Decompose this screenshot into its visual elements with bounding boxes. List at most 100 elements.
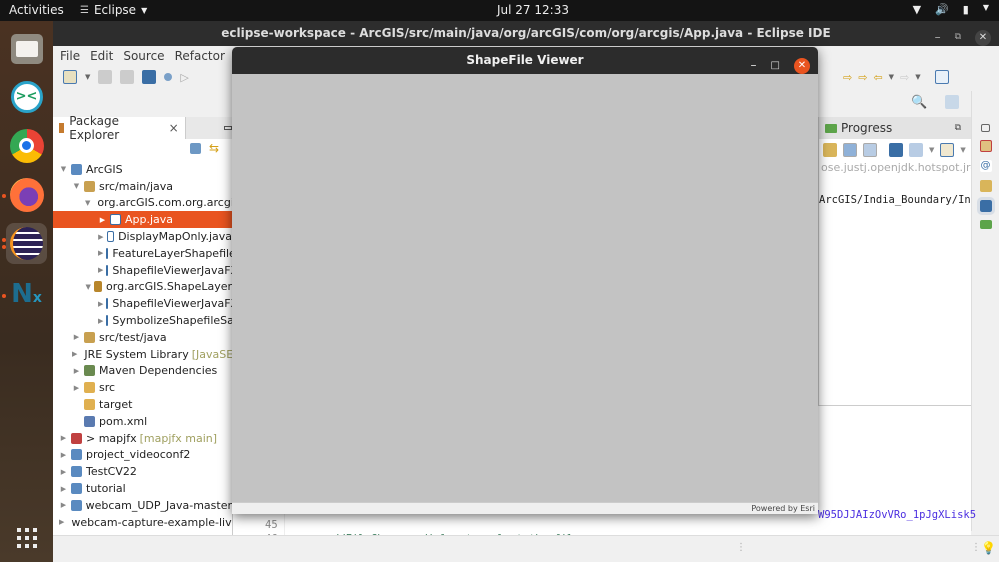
collapse-arrow-icon[interactable]: ▶ bbox=[98, 216, 107, 224]
remove-launch-icon[interactable] bbox=[823, 143, 837, 157]
tree-item[interactable]: ▶ SymbolizeShapefileSar bbox=[53, 312, 232, 329]
forward-edit-icon[interactable]: ⇨ bbox=[858, 71, 867, 84]
collapse-arrow-icon[interactable]: ▶ bbox=[98, 233, 104, 241]
tree-item[interactable]: ▶ webcam_UDP_Java-master bbox=[53, 497, 232, 514]
tree-item[interactable]: ▶ project_videoconf2 bbox=[53, 447, 232, 464]
outline-icon[interactable] bbox=[979, 140, 992, 152]
run-icon[interactable]: ▷ bbox=[180, 71, 188, 84]
search-icon[interactable]: 🔍 bbox=[911, 95, 927, 110]
menu-edit[interactable]: Edit bbox=[88, 49, 121, 63]
close-button[interactable]: ✕ bbox=[975, 29, 991, 46]
tree-item[interactable]: ▶ ShapefileViewerJavaFX bbox=[53, 295, 232, 312]
tree-item[interactable]: ▶ FeatureLayerShapefile bbox=[53, 245, 232, 262]
tree-item[interactable]: ▼ src/main/java bbox=[53, 178, 232, 195]
restore-button[interactable]: ⧉ bbox=[955, 25, 961, 50]
expand-arrow-icon[interactable]: ▼ bbox=[85, 199, 90, 207]
restore-view-icon[interactable]: ⧉ bbox=[955, 123, 961, 133]
menu-source[interactable]: Source bbox=[121, 49, 172, 63]
tree-item[interactable]: ▶ tutorial bbox=[53, 480, 232, 497]
back-icon[interactable]: ⇦ bbox=[873, 71, 882, 84]
tab-progress[interactable]: Progress bbox=[841, 121, 892, 135]
tree-item[interactable]: ▶ TestCV22 bbox=[53, 463, 232, 480]
tree-item[interactable]: ▶ webcam-capture-example-live-strea bbox=[53, 514, 232, 531]
tree-item[interactable]: ▶ App.java bbox=[53, 211, 232, 229]
dock-eclipse[interactable] bbox=[6, 223, 47, 264]
chevron-down-icon[interactable]: ▼ bbox=[960, 146, 965, 154]
collapse-arrow-icon[interactable]: ▶ bbox=[98, 317, 103, 325]
eclipse-titlebar[interactable]: eclipse-workspace - ArcGIS/src/main/java… bbox=[53, 21, 999, 46]
dock-remote-desktop[interactable]: >< bbox=[6, 76, 47, 117]
lightbulb-icon[interactable]: 💡 bbox=[981, 541, 996, 555]
console-error-icon[interactable] bbox=[863, 143, 877, 157]
open-console-icon[interactable] bbox=[909, 143, 923, 157]
clock[interactable]: Jul 27 12:33 bbox=[497, 3, 569, 17]
app-menu[interactable]: ☰ Eclipse ▼ bbox=[80, 3, 147, 17]
chevron-down-icon[interactable]: ▼ bbox=[915, 73, 920, 81]
progress-icon[interactable] bbox=[979, 220, 992, 229]
tree-item[interactable]: ▶ src/test/java bbox=[53, 329, 232, 346]
show-applications-button[interactable] bbox=[6, 517, 47, 558]
dock-firefox[interactable] bbox=[6, 174, 47, 215]
collapse-arrow-icon[interactable]: ▶ bbox=[59, 468, 68, 476]
collapse-arrow-icon[interactable]: ▶ bbox=[98, 300, 103, 308]
collapse-all-icon[interactable] bbox=[190, 143, 201, 154]
collapse-arrow-icon[interactable]: ▶ bbox=[59, 434, 68, 442]
expand-arrow-icon[interactable]: ▼ bbox=[59, 165, 68, 173]
viewer-titlebar[interactable]: ShapeFile Viewer – □ ✕ bbox=[232, 47, 818, 74]
console-icon[interactable] bbox=[976, 197, 995, 215]
save-all-icon[interactable] bbox=[120, 70, 135, 84]
minimize-button[interactable]: – bbox=[935, 25, 941, 50]
collapse-arrow-icon[interactable]: ▶ bbox=[98, 249, 103, 257]
new-icon[interactable] bbox=[63, 70, 77, 84]
tab-package-explorer[interactable]: Package Explorer × bbox=[53, 114, 186, 142]
tree-item[interactable]: ▶ DisplayMapOnly.java bbox=[53, 228, 232, 245]
new-console-icon[interactable] bbox=[940, 143, 955, 157]
back-edit-icon[interactable]: ⇨ bbox=[843, 71, 852, 84]
collapse-arrow-icon[interactable]: ▶ bbox=[72, 333, 81, 341]
collapse-arrow-icon[interactable]: ▶ bbox=[59, 451, 68, 459]
tree-item[interactable]: ▼ org.arcGIS.ShapeLayer bbox=[53, 279, 232, 296]
perspective-icon[interactable] bbox=[945, 95, 960, 109]
expand-arrow-icon[interactable]: ▼ bbox=[85, 283, 91, 291]
minimize-view-icon[interactable] bbox=[223, 126, 232, 130]
close-icon[interactable]: × bbox=[169, 121, 179, 135]
tree-item[interactable]: pom.xml bbox=[53, 413, 232, 430]
collapse-arrow-icon[interactable]: ▶ bbox=[59, 501, 68, 509]
tree-item[interactable]: ▶ src bbox=[53, 379, 232, 396]
dock-chrome[interactable] bbox=[6, 125, 47, 166]
activities-button[interactable]: Activities bbox=[9, 3, 64, 17]
skip-breakpoints-icon[interactable] bbox=[164, 73, 173, 81]
dock-nx[interactable]: Nx bbox=[6, 273, 47, 314]
tree-item[interactable]: ▶ > mapjfx [mapjfx main] bbox=[53, 430, 232, 447]
tree-item[interactable]: ▶ ShapefileViewerJavaFX bbox=[53, 262, 232, 279]
terminal-icon[interactable] bbox=[142, 70, 157, 84]
chevron-down-icon[interactable]: ▼ bbox=[929, 146, 934, 154]
expand-arrow-icon[interactable]: ▼ bbox=[72, 182, 81, 190]
tree-item[interactable]: ▶ Maven Dependencies bbox=[53, 363, 232, 380]
collapse-arrow-icon[interactable]: ▶ bbox=[72, 350, 77, 358]
menu-file[interactable]: File bbox=[58, 49, 88, 63]
tree-item[interactable]: ▼ ArcGIS bbox=[53, 161, 232, 178]
chevron-down-icon[interactable]: ▼ bbox=[85, 73, 90, 81]
restore-icon[interactable] bbox=[981, 124, 990, 132]
pin-console-icon[interactable] bbox=[889, 143, 903, 157]
collapse-arrow-icon[interactable]: ▶ bbox=[59, 485, 68, 493]
open-perspective-icon[interactable] bbox=[934, 70, 949, 84]
dock-files[interactable] bbox=[6, 28, 47, 69]
display-console-icon[interactable] bbox=[843, 143, 857, 157]
menu-refactor[interactable]: Refactor bbox=[173, 49, 233, 63]
viewer-close-button[interactable]: ✕ bbox=[794, 57, 810, 74]
tree-item[interactable]: ▶ JRE System Library[JavaSE-1 bbox=[53, 346, 232, 363]
system-tray[interactable]: ▼ 🔊 ▮ ▼ bbox=[913, 3, 989, 16]
declaration-icon[interactable] bbox=[979, 180, 992, 192]
javadoc-icon[interactable]: @ bbox=[979, 160, 992, 172]
save-icon[interactable] bbox=[98, 70, 113, 84]
chevron-down-icon[interactable]: ▼ bbox=[889, 73, 894, 81]
tree-item[interactable]: ▼ org.arcGIS.com.org.arcgis bbox=[53, 195, 232, 212]
collapse-arrow-icon[interactable]: ▶ bbox=[72, 367, 81, 375]
collapse-arrow-icon[interactable]: ▶ bbox=[59, 518, 64, 526]
map-view[interactable] bbox=[232, 74, 818, 502]
collapse-arrow-icon[interactable]: ▶ bbox=[72, 384, 81, 392]
link-with-editor-icon[interactable]: ⇆ bbox=[209, 141, 219, 155]
collapse-arrow-icon[interactable]: ▶ bbox=[98, 266, 103, 274]
